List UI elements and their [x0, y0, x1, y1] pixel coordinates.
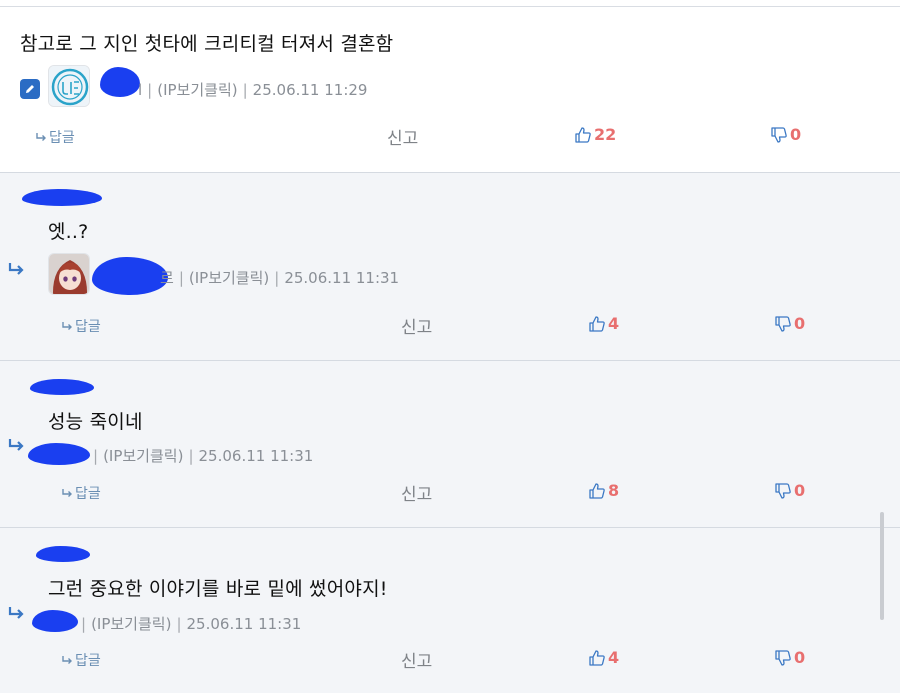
- thumbs-down-icon: [771, 126, 787, 143]
- reply-button[interactable]: 답글: [62, 316, 101, 336]
- like-button[interactable]: 22: [574, 125, 616, 144]
- comment-date: 25.06.11 11:31: [284, 268, 400, 287]
- dislike-button[interactable]: 0: [770, 125, 801, 144]
- comment-text: 그런 중요한 이야기를 바로 밑에 썼어야지!: [48, 578, 388, 600]
- comment-meta: | (IP보기클릭) | 25.06.11 11:31: [81, 613, 302, 634]
- reply-arrow-icon: [62, 489, 72, 497]
- reply-indicator-icon: [8, 263, 24, 275]
- comment-date: 25.06.11 11:31: [186, 614, 302, 633]
- thumbs-up-icon: [589, 649, 605, 666]
- reply-arrow-icon: [36, 133, 46, 141]
- like-button[interactable]: 8: [588, 481, 619, 500]
- comment-date: 25.06.11 11:29: [252, 80, 368, 99]
- report-button[interactable]: 신고: [387, 124, 418, 149]
- reply-arrow-icon: [62, 656, 72, 664]
- redacted-mention: [30, 379, 94, 395]
- reply-button[interactable]: 답글: [62, 650, 101, 670]
- comment-text: 참고로 그 지인 첫타에 크리티컬 터져서 결혼함: [20, 33, 394, 55]
- thumbs-up-icon: [589, 315, 605, 332]
- dislike-count: 0: [794, 648, 806, 667]
- anime-girl-avatar-icon: [49, 254, 89, 294]
- ip-view-link[interactable]: (IP보기클릭): [189, 267, 269, 288]
- comment-meta: 르 | (IP보기클릭) | 25.06.11 11:31: [160, 267, 400, 288]
- comment-item: 참고로 그 지인 첫타에 크리티컬 터져서 결혼함 l | (IP보기클릭) |…: [0, 7, 900, 173]
- author-name[interactable]: 르: [160, 267, 174, 288]
- comment-text: 성능 죽이네: [48, 411, 143, 433]
- dislike-button[interactable]: 0: [774, 314, 805, 333]
- ip-view-link[interactable]: (IP보기클릭): [157, 79, 237, 100]
- comment-text: 엣..?: [48, 221, 89, 243]
- like-count: 4: [608, 314, 620, 333]
- dislike-count: 0: [794, 314, 806, 333]
- ip-view-link[interactable]: (IP보기클릭): [91, 613, 171, 634]
- dislike-count: 0: [794, 481, 806, 500]
- thumbs-down-icon: [775, 482, 791, 499]
- report-button[interactable]: 신고: [401, 480, 432, 505]
- thumbs-down-icon: [775, 649, 791, 666]
- dislike-button[interactable]: 0: [774, 481, 805, 500]
- author-name[interactable]: l: [138, 81, 142, 99]
- like-button[interactable]: 4: [588, 648, 619, 667]
- reply-button[interactable]: 답글: [36, 127, 75, 147]
- thumbs-up-icon: [575, 126, 591, 143]
- scrollbar-thumb[interactable]: [880, 512, 884, 620]
- comment-meta: | (IP보기클릭) | 25.06.11 11:31: [93, 445, 314, 466]
- report-button[interactable]: 신고: [401, 647, 432, 672]
- circle-logo-avatar-icon: [49, 66, 89, 106]
- dislike-button[interactable]: 0: [774, 648, 805, 667]
- reply-comment-item: 성능 죽이네 | (IP보기클릭) | 25.06.11 11:31 답글 신고…: [0, 361, 900, 528]
- comment-meta: l | (IP보기클릭) | 25.06.11 11:29: [138, 79, 368, 100]
- thumbs-down-icon: [775, 315, 791, 332]
- like-count: 8: [608, 481, 620, 500]
- reply-indicator-icon: [8, 607, 24, 619]
- redacted-author-name: [92, 257, 168, 295]
- redacted-author-name: [32, 610, 78, 632]
- like-button[interactable]: 4: [588, 314, 619, 333]
- like-count: 4: [608, 648, 620, 667]
- reply-comment-item: 엣..? 르 | (IP보기클릭) | 25.06.11 11:31 답글 신고…: [0, 173, 900, 361]
- avatar[interactable]: [48, 253, 90, 295]
- edit-icon: [20, 79, 40, 99]
- like-count: 22: [594, 125, 617, 144]
- report-button[interactable]: 신고: [401, 313, 432, 338]
- redacted-author-name: [28, 443, 90, 465]
- redacted-mention: [22, 189, 102, 206]
- ip-view-link[interactable]: (IP보기클릭): [103, 445, 183, 466]
- reply-arrow-icon: [62, 322, 72, 330]
- thumbs-up-icon: [589, 482, 605, 499]
- reply-indicator-icon: [8, 439, 24, 451]
- redacted-author-name: [100, 67, 140, 97]
- redacted-mention: [36, 546, 90, 562]
- reply-comment-item: 그런 중요한 이야기를 바로 밑에 썼어야지! | (IP보기클릭) | 25.…: [0, 528, 900, 693]
- reply-button[interactable]: 답글: [62, 483, 101, 503]
- dislike-count: 0: [790, 125, 802, 144]
- avatar[interactable]: [48, 65, 90, 107]
- comment-date: 25.06.11 11:31: [198, 446, 314, 465]
